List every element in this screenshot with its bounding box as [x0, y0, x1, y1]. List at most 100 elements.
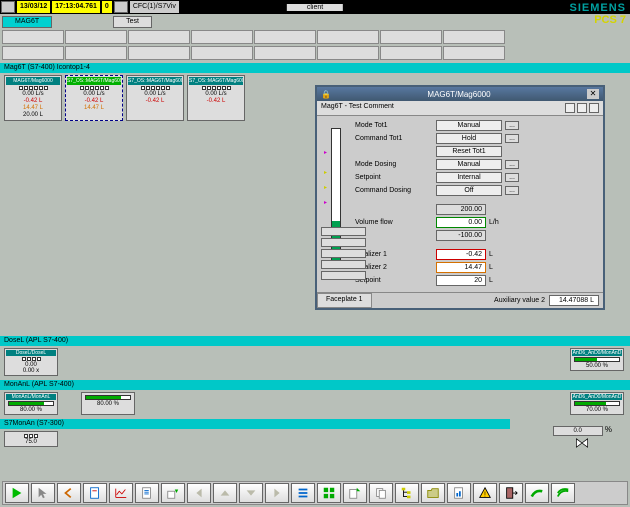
mini-title: MonAnL/MonAnL	[6, 394, 56, 400]
green1-button[interactable]	[525, 483, 549, 503]
right-button[interactable]	[265, 483, 289, 503]
side-slot[interactable]	[321, 227, 366, 236]
play-button[interactable]	[5, 483, 29, 503]
client-label: client	[287, 4, 343, 11]
value: 0.00 x	[6, 368, 56, 374]
value: 75.0	[6, 439, 56, 445]
mini-panel-selected[interactable]: S7_OS::MAG6T/Mag6000 0.00 L/s -0.42 L 14…	[65, 75, 123, 121]
up-button[interactable]	[213, 483, 237, 503]
tool-cell[interactable]	[2, 46, 64, 60]
setpoint-mode-value[interactable]: Internal	[436, 172, 502, 183]
totalizer1-value[interactable]: -0.42	[436, 249, 486, 260]
tool-cell[interactable]	[443, 46, 505, 60]
reset-tot1-button[interactable]: Reset Tot1	[436, 146, 502, 157]
toolbar-grid	[0, 30, 630, 44]
mode-dosing-value[interactable]: Manual	[436, 159, 502, 170]
folder-button[interactable]	[421, 483, 445, 503]
report-button[interactable]	[447, 483, 471, 503]
mon-mid-panel[interactable]: 80.00 %	[81, 392, 135, 415]
tool-cell[interactable]	[317, 46, 379, 60]
mon-right-panel[interactable]: AnD6_AnD0/MonAnD 70.00 %	[570, 392, 624, 415]
more-button[interactable]: ...	[505, 186, 519, 195]
faceplate-tab-1[interactable]: Faceplate 1	[317, 293, 372, 308]
faceplate-titlebar[interactable]: 🔒 MAG6T/Mag6000 ✕	[317, 87, 603, 101]
fp-icon[interactable]	[565, 103, 575, 113]
time-display: 17:13:04.761	[52, 1, 100, 13]
back-button[interactable]	[57, 483, 81, 503]
indicator-row	[6, 434, 56, 438]
mon-left-panel[interactable]: MonAnL/MonAnL 80.00 %	[4, 392, 58, 415]
tab-mag6t[interactable]: MAG6T	[2, 16, 52, 28]
doc-button[interactable]	[83, 483, 107, 503]
down-button[interactable]	[239, 483, 263, 503]
tool-cell[interactable]	[254, 46, 316, 60]
side-slot[interactable]	[321, 249, 366, 258]
mini-panel[interactable]: MAG6T/Mag6000 0.00 L/s -0.42 L 14.47 L 2…	[4, 75, 62, 121]
mini-title: AnD6_AnD0/MonAnD	[572, 394, 622, 400]
tool-cell[interactable]	[128, 30, 190, 44]
chart-button[interactable]	[109, 483, 133, 503]
tool-cell[interactable]	[380, 46, 442, 60]
unit: L	[489, 251, 493, 258]
side-slot[interactable]	[321, 271, 366, 280]
value: 70.00 %	[572, 407, 622, 413]
mini-panel[interactable]: S7_OS::MAG6T/Mag6000 0.00 L/s -0.42 L	[187, 75, 245, 121]
grid-button[interactable]	[317, 483, 341, 503]
mini-panel[interactable]: S7_OS::MAG6T/Mag6000 0.00 L/s -0.42 L	[126, 75, 184, 121]
tool-cell[interactable]	[317, 30, 379, 44]
side-slot[interactable]	[321, 238, 366, 247]
side-slot[interactable]	[321, 260, 366, 269]
tool-cell[interactable]	[443, 30, 505, 44]
more-button[interactable]: ...	[505, 134, 519, 143]
sep-button[interactable]	[114, 1, 128, 13]
value: 0.00 L/s	[67, 91, 121, 98]
s7-value[interactable]: 0.0	[553, 426, 603, 436]
valve-icon	[575, 436, 589, 450]
exit-button[interactable]	[499, 483, 523, 503]
tab-test[interactable]: Test	[113, 16, 152, 28]
cmd-tot1-value[interactable]: Hold	[436, 133, 502, 144]
s7-panel[interactable]: 75.0	[4, 431, 58, 447]
left-button[interactable]	[187, 483, 211, 503]
mode-tot1-value[interactable]: Manual	[436, 120, 502, 131]
more-button[interactable]: ...	[505, 173, 519, 182]
menu-button[interactable]	[1, 1, 15, 13]
dose-right-panel[interactable]: AnD6_AnD0/MonAnD 50.00 %	[570, 348, 624, 371]
tree-button[interactable]	[395, 483, 419, 503]
controls-column: Mode Tot1Manual... Command Tot1Hold... R…	[355, 120, 599, 288]
value: 14.47 L	[6, 105, 60, 112]
aux-label: Auxiliary value 2	[494, 297, 545, 304]
aux-value: 14.47088 L	[549, 295, 599, 306]
tool-cell[interactable]	[65, 46, 127, 60]
copy-button[interactable]	[369, 483, 393, 503]
more-button[interactable]: ...	[505, 160, 519, 169]
tool-cell[interactable]	[380, 30, 442, 44]
unit: %	[605, 425, 612, 434]
value: 0.00 L/s	[6, 91, 60, 98]
cmd-dosing-value[interactable]: Off	[436, 185, 502, 196]
volume-flow-value[interactable]: 0.00	[436, 217, 486, 228]
list-button[interactable]	[291, 483, 315, 503]
tool-cell[interactable]	[191, 30, 253, 44]
export-button[interactable]	[343, 483, 367, 503]
dose-panel[interactable]: DoseL/DoseL 0.00 0.00 x	[4, 348, 58, 376]
totalizer2-value[interactable]: 14.47	[436, 262, 486, 273]
import-button[interactable]	[161, 483, 185, 503]
more-button[interactable]: ...	[505, 121, 519, 130]
setpoint-value[interactable]: 20	[436, 275, 486, 286]
brand-product: PCS 7	[569, 14, 626, 26]
fp-icon[interactable]	[589, 103, 599, 113]
green2-button[interactable]	[551, 483, 575, 503]
section-header-3: MonAnL (APL S7-400)	[0, 380, 630, 390]
tool-cell[interactable]	[65, 30, 127, 44]
warn-button[interactable]: !	[473, 483, 497, 503]
tool-cell[interactable]	[191, 46, 253, 60]
tool-cell[interactable]	[2, 30, 64, 44]
doc2-button[interactable]	[135, 483, 159, 503]
close-button[interactable]: ✕	[587, 89, 599, 99]
svg-text:!: !	[484, 492, 486, 499]
tool-cell[interactable]	[254, 30, 316, 44]
tool-cell[interactable]	[128, 46, 190, 60]
cursor-button[interactable]	[31, 483, 55, 503]
fp-icon[interactable]	[577, 103, 587, 113]
